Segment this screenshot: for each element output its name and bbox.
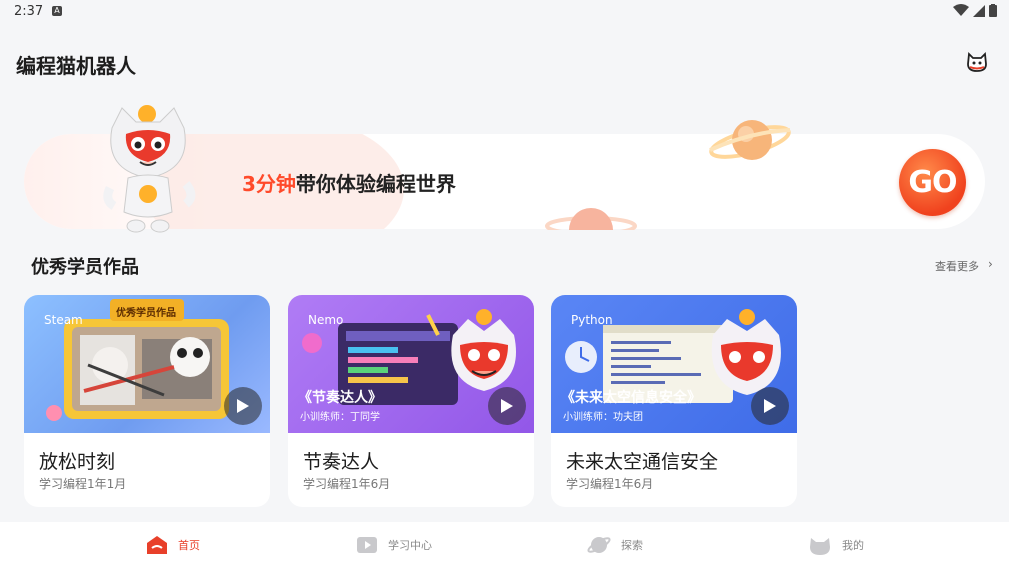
go-button[interactable]: GO xyxy=(899,149,966,216)
robot-cat-mascot xyxy=(103,105,196,233)
card-tag: Steam xyxy=(44,313,83,327)
work-card[interactable]: Steam 优秀学员作品 放松时刻 学习编程1年1月 xyxy=(24,295,270,507)
bottom-nav: 首页 学习中心 探索 我的 xyxy=(0,522,1009,568)
nav-label: 我的 xyxy=(842,539,864,552)
nav-item-learning[interactable]: 学习中心 xyxy=(356,530,432,560)
cat-face-icon[interactable] xyxy=(965,50,989,74)
home-icon xyxy=(147,536,167,554)
card-meta: 学习编程1年1月 xyxy=(39,477,127,491)
card-title: 放松时刻 xyxy=(39,451,116,473)
section-title: 优秀学员作品 xyxy=(31,257,139,278)
play-icon xyxy=(237,399,249,413)
card-thumbnail[interactable]: Steam 优秀学员作品 xyxy=(24,295,270,433)
nav-item-profile[interactable]: 我的 xyxy=(808,530,864,560)
card-tag: Nemo xyxy=(308,313,344,327)
play-button[interactable] xyxy=(488,387,526,425)
signal-icon xyxy=(973,4,985,17)
nav-label: 学习中心 xyxy=(388,539,432,552)
nav-item-home[interactable]: 首页 xyxy=(146,530,200,560)
card-meta: 学习编程1年6月 xyxy=(566,477,654,491)
work-card[interactable]: Python 《未来太空信息安全》 小训练师：功夫团 未来太空通信安全 学习编程… xyxy=(551,295,797,507)
card-thumbnail[interactable]: Nemo 《节奏达人》 小训练师：丁同学 xyxy=(288,295,534,433)
profile-icon xyxy=(810,538,830,555)
video-icon xyxy=(357,537,377,553)
card-subcaption: 小训练师：功夫团 xyxy=(563,412,643,423)
card-caption: 《节奏达人》 xyxy=(298,390,382,406)
card-tag: Python xyxy=(571,313,613,327)
status-icons xyxy=(953,4,997,17)
card-subcaption: 小训练师：丁同学 xyxy=(300,412,380,423)
wifi-icon xyxy=(953,4,969,16)
battery-icon xyxy=(989,4,997,17)
nav-item-explore[interactable]: 探索 xyxy=(587,530,643,560)
banner-headline: 3分钟带你体验编程世界 xyxy=(242,168,456,197)
card-thumbnail[interactable]: Python 《未来太空信息安全》 小训练师：功夫团 xyxy=(551,295,797,433)
see-more-link[interactable]: 查看更多 xyxy=(935,258,979,274)
status-time: 2:37 xyxy=(14,4,44,19)
play-button[interactable] xyxy=(224,387,262,425)
planet-icon xyxy=(709,120,791,160)
card-title: 节奏达人 xyxy=(303,451,380,473)
chevron-right-icon[interactable]: › xyxy=(988,257,993,271)
card-meta: 学习编程1年6月 xyxy=(303,477,391,491)
app-title: 编程猫机器人 xyxy=(16,54,136,78)
play-icon xyxy=(501,399,513,413)
banner-highlight: 3分钟 xyxy=(242,172,296,196)
card-header-badge: 优秀学员作品 xyxy=(116,308,176,319)
nav-label: 探索 xyxy=(621,539,643,552)
play-icon xyxy=(764,399,776,413)
planet-icon xyxy=(587,537,611,553)
play-button[interactable] xyxy=(751,387,789,425)
nav-label: 首页 xyxy=(178,539,200,552)
banner-text: 带你体验编程世界 xyxy=(295,172,456,196)
card-caption: 《未来太空信息安全》 xyxy=(561,390,701,406)
card-title: 未来太空通信安全 xyxy=(566,451,719,473)
planet-small-icon xyxy=(545,208,637,230)
notification-icon: A xyxy=(52,6,62,16)
work-card[interactable]: Nemo 《节奏达人》 小训练师：丁同学 节奏达人 学习编程1年6月 xyxy=(288,295,534,507)
status-bar: 2:37 A xyxy=(0,0,1009,24)
